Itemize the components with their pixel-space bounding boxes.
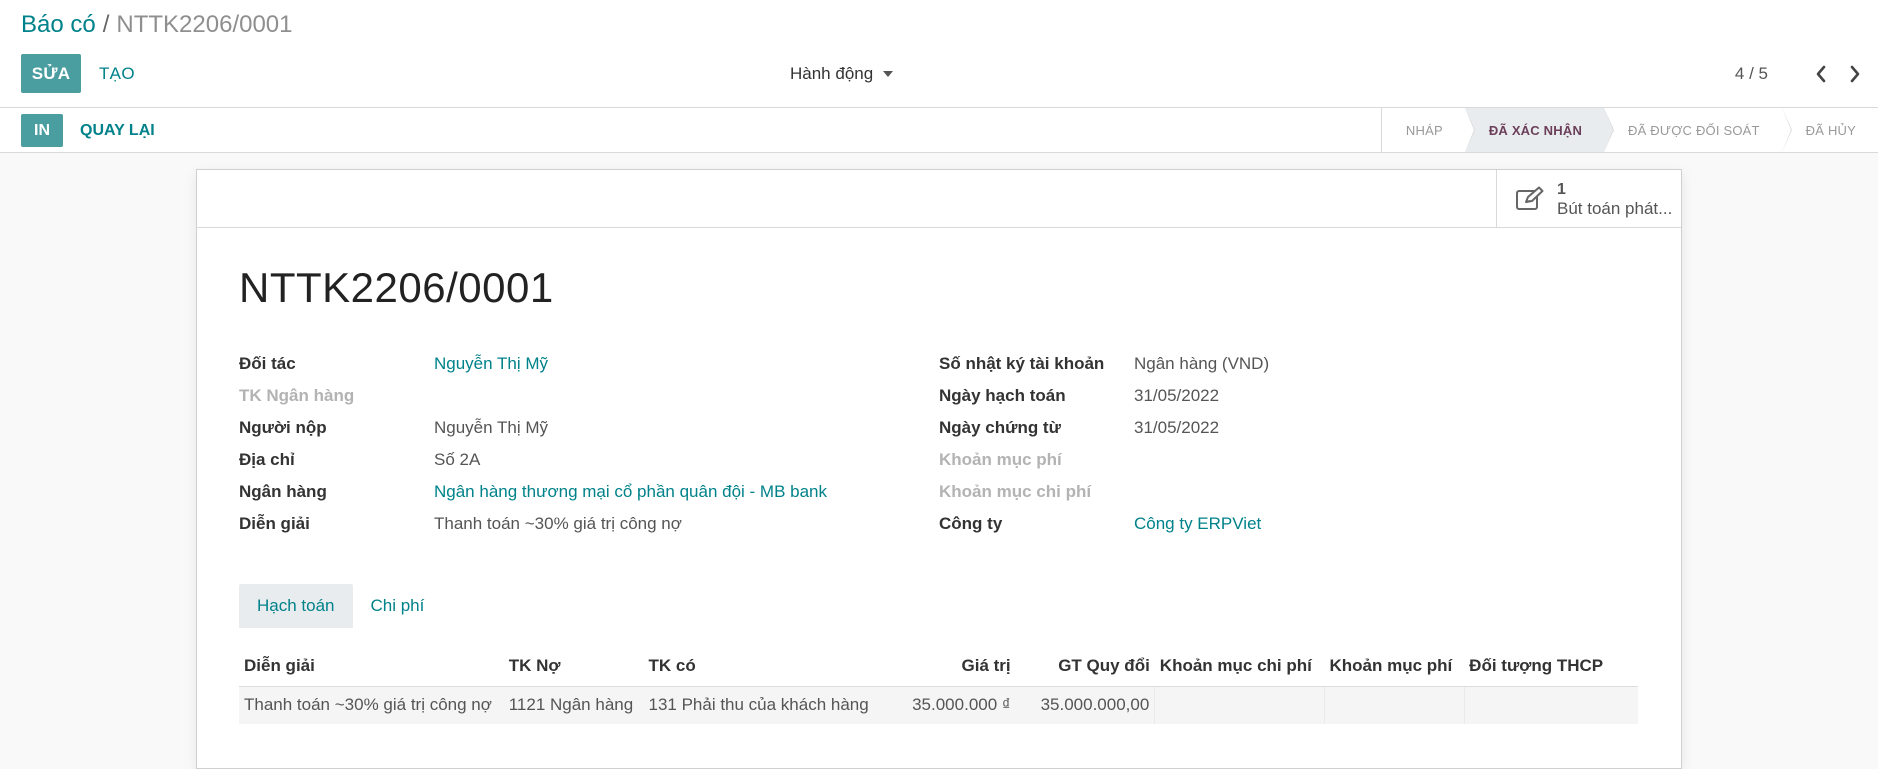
smart-button-count: 1 bbox=[1557, 180, 1566, 198]
pager-value[interactable]: 4 / 5 bbox=[1735, 54, 1768, 93]
stage-cancelled[interactable]: ĐÃ HỦY bbox=[1782, 108, 1878, 152]
column-header[interactable]: TK có bbox=[643, 646, 907, 686]
column-header[interactable]: GT Quy đổi bbox=[1016, 646, 1155, 686]
field-company: Công ty Công ty ERPViet bbox=[939, 508, 1269, 540]
stage-confirmed[interactable]: ĐÃ XÁC NHẬN bbox=[1464, 108, 1615, 152]
back-button[interactable]: QUAY LẠI bbox=[80, 114, 155, 147]
field-journal: Số nhật ký tài khoản Ngân hàng (VND) bbox=[939, 348, 1269, 380]
field-label: Công ty bbox=[939, 514, 1003, 533]
create-button[interactable]: TẠO bbox=[99, 54, 135, 93]
field-value: Số 2A bbox=[434, 450, 481, 469]
bank-link[interactable]: Ngân hàng thương mại cổ phần quân đội - … bbox=[434, 482, 827, 502]
chevron-right-icon bbox=[1850, 65, 1860, 82]
table-cell bbox=[1323, 685, 1465, 724]
column-header[interactable]: Giá trị bbox=[907, 646, 1016, 686]
table-cell: Thanh toán ~30% giá trị công nợ bbox=[239, 685, 504, 724]
caret-down-icon bbox=[883, 70, 894, 77]
table-cell: 131 Phải thu của khách hàng bbox=[643, 685, 908, 724]
status-stages: NHÁP ĐÃ XÁC NHẬN ĐÃ ĐƯỢC ĐỐI SOÁT ĐÃ HỦY bbox=[1380, 108, 1878, 152]
field-fee-item: Khoản mục phí bbox=[939, 444, 1269, 476]
field-label: TK Ngân hàng bbox=[239, 386, 355, 405]
breadcrumb-current: NTTK2206/0001 bbox=[116, 11, 293, 38]
field-value: 31/05/2022 bbox=[1134, 418, 1220, 437]
company-link[interactable]: Công ty ERPViet bbox=[1134, 514, 1261, 534]
field-label: Diễn giải bbox=[239, 514, 310, 533]
breadcrumb-separator: / bbox=[102, 11, 110, 38]
field-label: Ngân hàng bbox=[239, 482, 327, 501]
edit-icon bbox=[1516, 186, 1544, 210]
table-cell bbox=[1463, 685, 1638, 724]
field-address: Địa chỉ Số 2A bbox=[239, 444, 827, 476]
print-button[interactable]: IN bbox=[21, 114, 63, 147]
column-header[interactable]: Khoản mục phí bbox=[1324, 646, 1464, 686]
partner-link[interactable]: Nguyễn Thị Mỹ bbox=[434, 354, 548, 374]
tab-expenses[interactable]: Chi phí bbox=[353, 584, 443, 628]
smart-button-text: 1 Bút toán phát... bbox=[1557, 180, 1672, 218]
field-label: Ngày chứng từ bbox=[939, 418, 1061, 437]
field-label: Ngày hạch toán bbox=[939, 386, 1066, 405]
edit-button[interactable]: SỬA bbox=[21, 54, 81, 93]
action-dropdown-label: Hành động bbox=[790, 63, 874, 83]
field-label: Số nhật ký tài khoản bbox=[939, 354, 1105, 373]
field-partner: Đối tác Nguyễn Thị Mỹ bbox=[239, 348, 827, 380]
field-value: 31/05/2022 bbox=[1134, 386, 1220, 405]
field-document-date: Ngày chứng từ 31/05/2022 bbox=[939, 412, 1269, 444]
field-value: Thanh toán ~30% giá trị công nợ bbox=[434, 514, 682, 533]
pager-previous-button[interactable] bbox=[1806, 54, 1836, 93]
field-value: Nguyễn Thị Mỹ bbox=[434, 418, 549, 437]
field-value: Ngân hàng (VND) bbox=[1134, 354, 1270, 373]
table-cell: 35.000.000 ₫ bbox=[907, 685, 1016, 724]
field-expense-item: Khoản mục chi phí bbox=[939, 476, 1269, 508]
journal-entries-smart-button[interactable]: 1 Bút toán phát... bbox=[1496, 170, 1681, 227]
field-label: Địa chỉ bbox=[239, 450, 295, 469]
column-header[interactable]: Khoản mục chi phí bbox=[1155, 646, 1325, 686]
breadcrumb: Báo có / NTTK2206/0001 bbox=[21, 11, 293, 39]
stage-draft[interactable]: NHÁP bbox=[1382, 108, 1475, 152]
table-row[interactable]: Thanh toán ~30% giá trị công nợ 1121 Ngâ… bbox=[239, 685, 1638, 724]
tab-accounting[interactable]: Hạch toán bbox=[239, 584, 353, 628]
column-header[interactable]: Diễn giải bbox=[239, 646, 504, 686]
smart-button-label: Bút toán phát... bbox=[1557, 198, 1673, 218]
field-label: Khoản mục chi phí bbox=[939, 482, 1092, 501]
table-cell bbox=[1154, 685, 1325, 724]
column-header[interactable]: Đối tượng THCP bbox=[1464, 646, 1638, 686]
notebook-tabs: Hạch toán Chi phí bbox=[239, 584, 442, 628]
chevron-left-icon bbox=[1816, 65, 1826, 82]
table-cell: 35.000.000,00 bbox=[1015, 685, 1155, 724]
record-title: NTTK2206/0001 bbox=[239, 264, 554, 311]
smart-button-box: 1 Bút toán phát... bbox=[197, 170, 1681, 228]
right-field-group: Số nhật ký tài khoản Ngân hàng (VND) Ngà… bbox=[939, 348, 1269, 540]
control-panel: Báo có / NTTK2206/0001 SỬA TẠO Hành động 4… bbox=[0, 0, 1878, 108]
field-payer: Người nộp Nguyễn Thị Mỹ bbox=[239, 412, 827, 444]
breadcrumb-parent-link[interactable]: Báo có bbox=[21, 11, 96, 38]
field-description: Diễn giải Thanh toán ~30% giá trị công n… bbox=[239, 508, 827, 540]
lines-table: Diễn giải TK Nợ TK có Giá trị GT Quy đổi… bbox=[239, 646, 1638, 724]
stage-reconciled[interactable]: ĐÃ ĐƯỢC ĐỐI SOÁT bbox=[1604, 108, 1792, 152]
column-header[interactable]: TK Nợ bbox=[504, 646, 644, 686]
left-field-group: Đối tác Nguyễn Thị Mỹ TK Ngân hàng Người… bbox=[239, 348, 827, 540]
status-bar: IN QUAY LẠI NHÁP ĐÃ XÁC NHẬN ĐÃ ĐƯỢC ĐỐI… bbox=[0, 108, 1878, 153]
field-bank: Ngân hàng Ngân hàng thương mại cổ phần q… bbox=[239, 476, 827, 508]
field-label: Khoản mục phí bbox=[939, 450, 1062, 469]
field-label: Người nộp bbox=[239, 418, 327, 437]
form-sheet: 1 Bút toán phát... NTTK2206/0001 Đối tác… bbox=[196, 169, 1682, 769]
field-bank-account: TK Ngân hàng bbox=[239, 380, 827, 412]
pager-next-button[interactable] bbox=[1840, 54, 1870, 93]
field-label: Đối tác bbox=[239, 354, 296, 373]
action-dropdown[interactable]: Hành động bbox=[790, 54, 894, 93]
field-accounting-date: Ngày hạch toán 31/05/2022 bbox=[939, 380, 1269, 412]
table-cell: 1121 Ngân hàng bbox=[503, 685, 644, 724]
table-header-row: Diễn giải TK Nợ TK có Giá trị GT Quy đổi… bbox=[239, 646, 1638, 686]
